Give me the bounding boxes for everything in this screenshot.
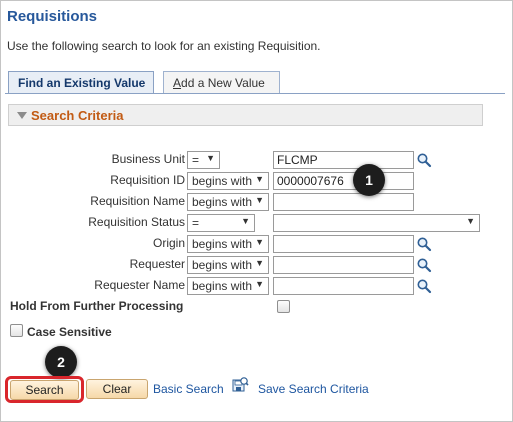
callout-step-1: 1 xyxy=(353,164,385,196)
tab-add-new-value[interactable]: Add a New Value xyxy=(163,71,280,94)
tab-find-existing-value[interactable]: Find an Existing Value xyxy=(8,71,154,94)
tab-label-accesskey: A xyxy=(173,76,182,90)
chevron-down-icon: ▼ xyxy=(255,258,264,268)
hold-processing-label: Hold From Further Processing xyxy=(10,299,184,313)
business-unit-label: Business Unit xyxy=(111,152,185,166)
origin-label: Origin xyxy=(152,236,185,250)
requisition-status-select[interactable]: ▼ xyxy=(273,214,480,232)
requisition-id-label: Requisition ID xyxy=(110,173,185,187)
hold-processing-checkbox[interactable] xyxy=(277,300,290,313)
business-unit-input[interactable]: FLCMP xyxy=(273,151,414,169)
chevron-down-icon: ▼ xyxy=(255,174,264,184)
requisition-name-operator[interactable]: begins with ▼ xyxy=(187,193,269,211)
page-frame xyxy=(0,0,513,422)
requester-name-label: Requester Name xyxy=(94,278,185,292)
requisition-name-label: Requisition Name xyxy=(90,194,185,208)
search-button[interactable]: Search xyxy=(10,380,79,400)
clear-button[interactable]: Clear xyxy=(86,379,148,399)
section-title: Search Criteria xyxy=(31,108,124,123)
chevron-down-icon: ▼ xyxy=(206,153,215,163)
business-unit-operator[interactable]: = ▼ xyxy=(187,151,220,169)
requester-name-input[interactable] xyxy=(273,277,414,295)
requisition-name-input[interactable] xyxy=(273,193,414,211)
case-sensitive-checkbox[interactable] xyxy=(10,324,23,337)
chevron-down-icon: ▼ xyxy=(255,237,264,247)
operator-value: begins with xyxy=(192,258,253,272)
operator-value: begins with xyxy=(192,195,253,209)
callout-step-2: 2 xyxy=(45,346,77,378)
requisition-status-operator[interactable]: = ▼ xyxy=(187,214,255,232)
requisition-id-input[interactable]: 0000007676 xyxy=(273,172,414,190)
tab-divider xyxy=(5,93,505,94)
tab-label: Find an Existing Value xyxy=(18,76,146,90)
requisition-id-operator[interactable]: begins with ▼ xyxy=(187,172,269,190)
requester-input[interactable] xyxy=(273,256,414,274)
save-search-criteria-link[interactable]: Save Search Criteria xyxy=(258,382,369,396)
instructions: Use the following search to look for an … xyxy=(7,39,321,53)
collapse-triangle-icon[interactable] xyxy=(17,112,27,119)
tab-label: dd a New Value xyxy=(181,76,265,90)
chevron-down-icon: ▼ xyxy=(466,216,475,226)
requester-name-operator[interactable]: begins with ▼ xyxy=(187,277,269,295)
operator-value: = xyxy=(192,153,200,167)
operator-value: begins with xyxy=(192,279,253,293)
origin-operator[interactable]: begins with ▼ xyxy=(187,235,269,253)
case-sensitive-label: Case Sensitive xyxy=(27,325,112,339)
magnifier-icon[interactable] xyxy=(416,278,432,294)
magnifier-icon[interactable] xyxy=(416,257,432,273)
requisition-status-label: Requisition Status xyxy=(88,215,185,229)
magnifier-icon[interactable] xyxy=(416,236,432,252)
requester-operator[interactable]: begins with ▼ xyxy=(187,256,269,274)
operator-value: begins with xyxy=(192,237,253,251)
magnifier-icon[interactable] xyxy=(416,152,432,168)
chevron-down-icon: ▼ xyxy=(255,195,264,205)
operator-value: begins with xyxy=(192,174,253,188)
requester-label: Requester xyxy=(129,257,185,271)
operator-value: = xyxy=(192,216,200,230)
chevron-down-icon: ▼ xyxy=(241,216,250,226)
chevron-down-icon: ▼ xyxy=(255,279,264,289)
search-criteria-header[interactable]: Search Criteria xyxy=(8,104,483,126)
save-search-icon[interactable] xyxy=(232,376,249,393)
page-title: Requisitions xyxy=(7,8,98,25)
origin-input[interactable] xyxy=(273,235,414,253)
basic-search-link[interactable]: Basic Search xyxy=(153,382,224,396)
